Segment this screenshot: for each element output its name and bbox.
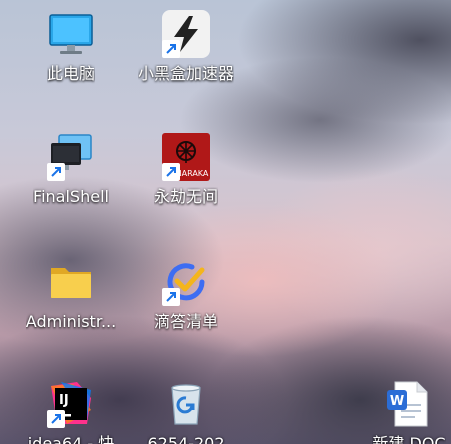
icon-label: idea64 - 快 [27,434,115,444]
icon-label: 6254-202 [147,434,225,444]
desktop-icon-ticktick[interactable]: 滴答清单 [127,258,245,332]
game-logo-icon: NARAKA [162,133,210,181]
ticktick-check-icon [162,258,210,306]
desktop-icon-naraka[interactable]: NARAKA 永劫无间 [127,133,245,207]
shortcut-arrow-icon [47,163,65,181]
recycle-bin-icon [162,380,210,428]
desktop-icon-new-doc[interactable]: W 新建 DOC [350,380,451,444]
shortcut-arrow-icon [162,288,180,306]
icon-label: FinalShell [33,187,109,206]
shortcut-arrow-icon [162,40,180,58]
bolt-app-icon [162,10,210,58]
desktop-icon-administrator-folder[interactable]: Administr... [12,258,130,332]
icon-label: 小黑盒加速器 [137,64,234,83]
desktop-icon-this-pc[interactable]: 此电脑 [12,10,130,84]
shortcut-arrow-icon [162,163,180,181]
icon-label: 新建 DOC [372,434,446,444]
desktop-icon-finalshell[interactable]: FinalShell [12,133,130,207]
desktop-icon-recycle-bin[interactable]: 6254-202 [127,380,245,444]
icon-label: Administr... [25,312,117,331]
word-document-icon: W [385,380,433,428]
naraka-logo-text: NARAKA [176,169,209,178]
shortcut-arrow-icon [47,410,65,428]
intellij-icon: IJ [47,380,95,428]
desktop-icon-idea64[interactable]: IJ idea64 - 快 [12,380,130,444]
icon-label: 此电脑 [46,64,95,83]
monitor-icon [47,10,95,58]
desktop-wallpaper: 此电脑 小黑盒加速器 FinalShell NARAKA 永劫无间 Admini… [0,0,451,444]
icon-label: 滴答清单 [153,312,218,331]
intellij-badge-text: IJ [59,393,69,408]
folder-icon [47,258,95,306]
icon-label: 永劫无间 [153,187,218,206]
monitor-terminal-icon [47,133,95,181]
desktop-icon-xiaoheihe[interactable]: 小黑盒加速器 [127,10,245,84]
word-badge-text: W [390,394,404,409]
